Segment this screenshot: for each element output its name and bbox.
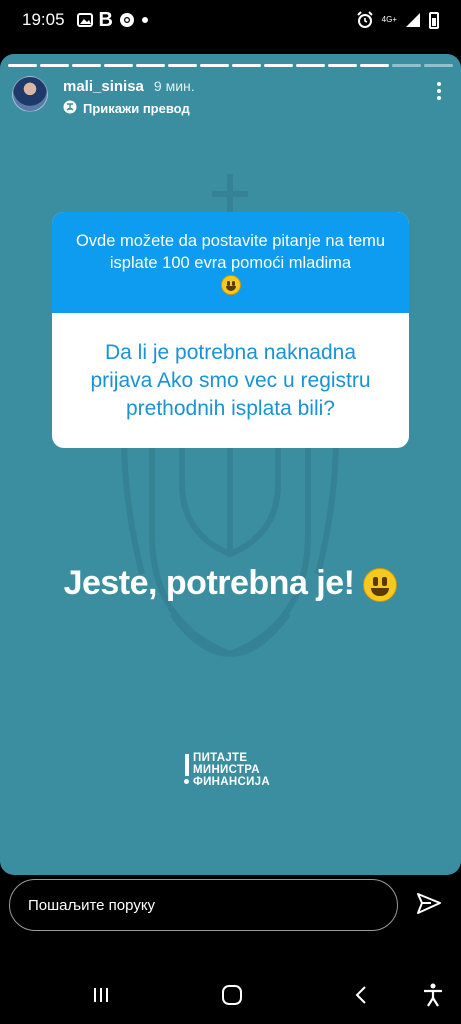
brand-text: ПИТАЈТЕ МИНИСТРА ФИНАНСИЈА	[193, 752, 270, 788]
reply-caption: Jeste, potrebna je!	[0, 564, 461, 603]
status-icons-left: B	[76, 8, 149, 32]
send-icon[interactable]	[414, 889, 444, 919]
progress-segment	[72, 64, 101, 67]
message-input[interactable]: Пошаљите поруку	[9, 879, 398, 931]
progress-segment	[200, 64, 229, 67]
progress-segment	[8, 64, 37, 67]
question-card[interactable]: Ovde možete da postavite pitanje na temu…	[52, 212, 409, 448]
notification-dot	[141, 16, 149, 24]
header-text: mali_sinisa 9 мин. Прикажи превод	[63, 76, 195, 117]
status-bar: 19:05 B 4G+	[0, 0, 461, 40]
brand-logo: ПИТАЈТЕ МИНИСТРА ФИНАНСИЈА	[184, 752, 270, 788]
progress-segment	[168, 64, 197, 67]
progress-segment	[360, 64, 389, 67]
smile-emoji-icon	[220, 275, 241, 296]
progress-segment	[40, 64, 69, 67]
back-icon[interactable]	[348, 980, 374, 1010]
story-view[interactable]: mali_sinisa 9 мин. Прикажи превод Ovde m…	[0, 54, 461, 875]
status-icons-right: 4G+	[356, 11, 439, 29]
progress-segment	[104, 64, 133, 67]
status-time: 19:05	[22, 10, 65, 29]
progress-segment	[424, 64, 453, 67]
system-nav-bar	[0, 968, 461, 1024]
more-options-icon[interactable]	[429, 76, 449, 106]
question-prompt: Ovde možete da postavite pitanje na temu…	[72, 230, 389, 296]
b-app-icon: B	[98, 8, 113, 31]
username[interactable]: mali_sinisa	[63, 78, 144, 95]
story-progress	[8, 64, 453, 67]
translate-icon	[63, 100, 77, 117]
story-header: mali_sinisa 9 мин. Прикажи превод	[12, 76, 449, 116]
signal-icon	[405, 12, 421, 28]
progress-segment	[328, 64, 357, 67]
network-4g-icon: 4G+	[381, 15, 397, 24]
message-placeholder: Пошаљите поруку	[28, 896, 156, 914]
home-icon[interactable]	[217, 980, 247, 1010]
progress-segment	[392, 64, 421, 67]
reply-bar: Пошаљите поруку	[0, 875, 461, 937]
smile-emoji-icon	[363, 568, 398, 603]
chrome-icon	[119, 12, 135, 28]
question-card-header: Ovde možete da postavite pitanje na temu…	[52, 212, 409, 313]
question-text: Da li je potrebna naknadna prijava Ako s…	[90, 340, 371, 420]
reply-caption-text: Jeste, potrebna je!	[63, 564, 355, 602]
progress-segment	[232, 64, 261, 67]
progress-segment	[296, 64, 325, 67]
avatar[interactable]	[12, 76, 48, 112]
alarm-icon	[356, 11, 374, 29]
recents-icon[interactable]	[88, 980, 114, 1010]
brand-mark	[184, 752, 189, 784]
question-card-body: Da li je potrebna naknadna prijava Ako s…	[52, 313, 409, 448]
translate-button[interactable]: Прикажи превод	[63, 100, 195, 117]
progress-segment	[136, 64, 165, 67]
username-line: mali_sinisa 9 мин.	[63, 78, 195, 95]
gallery-icon	[76, 13, 93, 27]
battery-icon	[429, 11, 439, 29]
progress-segment	[264, 64, 293, 67]
accessibility-icon[interactable]	[420, 980, 446, 1010]
translate-label: Прикажи превод	[83, 101, 190, 116]
post-time: 9 мин.	[153, 78, 195, 94]
